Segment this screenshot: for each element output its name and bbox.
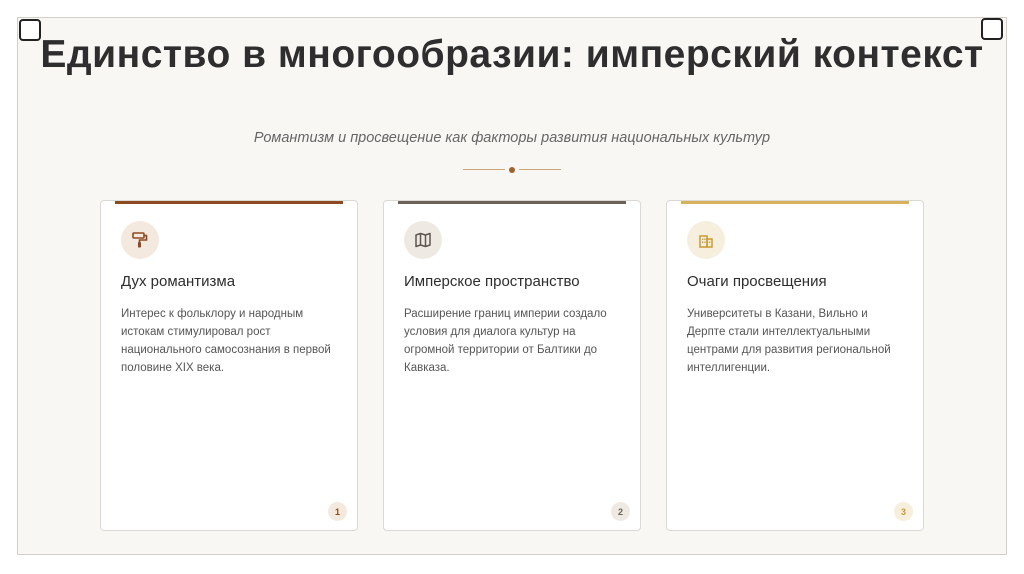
card-accent-bar xyxy=(681,201,909,204)
card-romanticism: Дух романтизма Интерес к фольклору и нар… xyxy=(100,200,358,531)
card-accent-bar xyxy=(398,201,626,204)
card-number-badge: 1 xyxy=(328,502,347,521)
card-heading: Дух романтизма xyxy=(121,273,236,290)
card-text: Университеты в Казани, Вильно и Дерпте с… xyxy=(687,308,891,374)
divider-ornament xyxy=(463,167,561,173)
card-number-badge: 2 xyxy=(611,502,630,521)
card-number-badge: 3 xyxy=(894,502,913,521)
card-text: Интерес к фольклору и народным истокам с… xyxy=(121,308,331,374)
building-icon xyxy=(687,221,725,259)
card-imperial-space: Имперское пространство Расширение границ… xyxy=(383,200,641,531)
card-text: Расширение границ империи создало услови… xyxy=(404,308,607,374)
paint-roller-icon xyxy=(121,221,159,259)
slide-title: Единство в многообразии: имперский конте… xyxy=(40,33,984,76)
card-enlightenment: Очаги просвещения Университеты в Казани,… xyxy=(666,200,924,531)
card-heading: Имперское пространство xyxy=(404,273,580,290)
slide-subtitle: Романтизм и просвещение как факторы разв… xyxy=(253,130,771,146)
card-accent-bar xyxy=(115,201,343,204)
map-icon xyxy=(404,221,442,259)
card-heading: Очаги просвещения xyxy=(687,273,827,290)
